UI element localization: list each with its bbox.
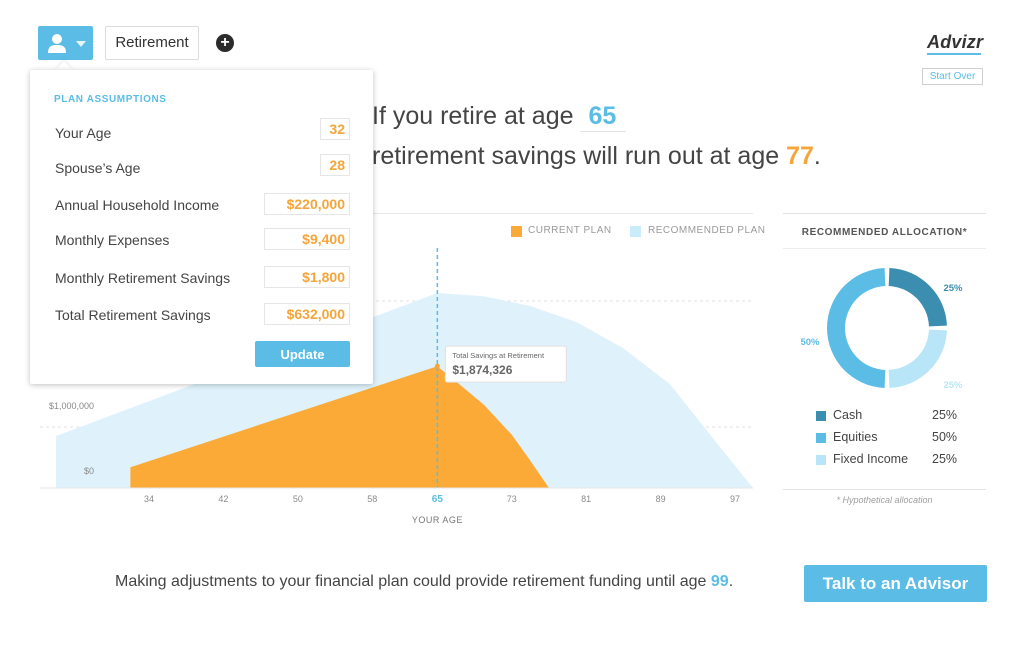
total-savings-input[interactable] (264, 303, 350, 325)
spouse-age-input[interactable] (320, 154, 350, 176)
headline-runout-text: retirement savings will run out at age (372, 142, 780, 170)
x-tick-label: 73 (507, 494, 517, 504)
donut-slice-cash (888, 268, 947, 327)
monthly-expenses-label: Monthly Expenses (55, 232, 170, 248)
plan-assumptions-dropdown: PLAN ASSUMPTIONS Your Age Spouse’s Age A… (30, 70, 373, 384)
annual-income-input[interactable] (264, 193, 350, 215)
tooltip-point (434, 363, 440, 369)
runout-age-value: 77 (786, 142, 814, 170)
y-tick-label: $1,000,000 (49, 401, 94, 411)
tooltip-value: $1,874,326 (452, 363, 512, 377)
monthly-expenses-input[interactable] (264, 228, 350, 250)
legend-swatch-recommended (630, 226, 641, 237)
x-axis-label: YOUR AGE (412, 515, 463, 525)
talk-to-advisor-button[interactable]: Talk to an Advisor (804, 565, 987, 602)
your-age-input[interactable] (320, 118, 350, 140)
bottom-period: . (728, 573, 734, 590)
alloc-pct-cash: 25% (932, 408, 958, 422)
alloc-pct-fixed-income: 25% (932, 452, 958, 466)
donut-label-cash: 25% (943, 283, 963, 294)
alloc-label-fixed-income: Fixed Income (833, 452, 909, 466)
x-tick-label: 34 (144, 494, 154, 504)
bottom-message: Making adjustments to your financial pla… (115, 573, 733, 591)
annual-income-label: Annual Household Income (55, 197, 220, 213)
user-icon (48, 34, 66, 53)
donut-slice-fixed-income (888, 329, 947, 388)
bottom-age-value: 99 (710, 573, 729, 590)
plan-assumptions-title: PLAN ASSUMPTIONS (54, 94, 167, 105)
x-tick-label: 81 (581, 494, 591, 504)
x-tick-label: 89 (656, 494, 666, 504)
x-tick-label: 65 (432, 494, 444, 505)
alloc-pct-equities: 50% (932, 430, 958, 444)
your-age-label: Your Age (55, 125, 112, 141)
x-tick-label: 97 (730, 494, 740, 504)
tooltip-title: Total Savings at Retirement (452, 351, 545, 360)
tab-retirement[interactable]: Retirement (105, 26, 199, 60)
x-tick-label: 50 (293, 494, 303, 504)
update-button[interactable]: Update (255, 341, 350, 367)
donut-label-fixed-income: 25% (943, 380, 963, 391)
donut-label-equities: 50% (800, 337, 820, 348)
user-menu-button[interactable] (38, 26, 93, 60)
x-tick-label: 42 (218, 494, 228, 504)
headline-period: . (813, 142, 821, 170)
alloc-label-equities: Equities (833, 430, 878, 444)
legend-current-plan: CURRENT PLAN (528, 225, 612, 236)
allocation-title-divider (783, 248, 986, 249)
brand-logo: Advizr (927, 32, 984, 52)
legend-recommended-plan: RECOMMENDED PLAN (648, 225, 766, 236)
legend-swatch-current (511, 226, 522, 237)
spouse-age-label: Spouse’s Age (55, 160, 141, 176)
x-tick-label: 58 (367, 494, 377, 504)
alloc-swatch-equities (816, 433, 826, 443)
headline-runout: retirement savings will run out at age 7… (372, 142, 821, 171)
start-over-button[interactable]: Start Over (922, 68, 983, 85)
allocation-panel: RECOMMENDED ALLOCATION* 25% 50% 25% Cash 2… (783, 213, 986, 490)
alloc-label-cash: Cash (833, 408, 863, 422)
add-plan-icon[interactable]: + (216, 34, 234, 52)
allocation-footnote: * Hypothetical allocation (836, 495, 933, 505)
alloc-swatch-cash (816, 411, 826, 421)
caret-down-icon (76, 41, 86, 47)
monthly-savings-input[interactable] (264, 266, 350, 288)
donut-slice-equities (826, 268, 886, 388)
total-savings-label: Total Retirement Savings (55, 307, 211, 323)
bottom-message-text: Making adjustments to your financial pla… (115, 573, 707, 590)
monthly-savings-label: Monthly Retirement Savings (55, 270, 231, 286)
allocation-title: RECOMMENDED ALLOCATION* (801, 227, 968, 238)
y-tick-label: $0 (84, 466, 94, 476)
headline-retire-text: If you retire at age (372, 102, 574, 130)
headline-retire: If you retire at age 65 (372, 102, 627, 132)
alloc-swatch-fixed-income (816, 455, 826, 465)
allocation-donut: 25% 50% 25% (800, 268, 963, 391)
brand-underline (927, 53, 981, 55)
retire-age-value[interactable]: 65 (580, 102, 627, 132)
